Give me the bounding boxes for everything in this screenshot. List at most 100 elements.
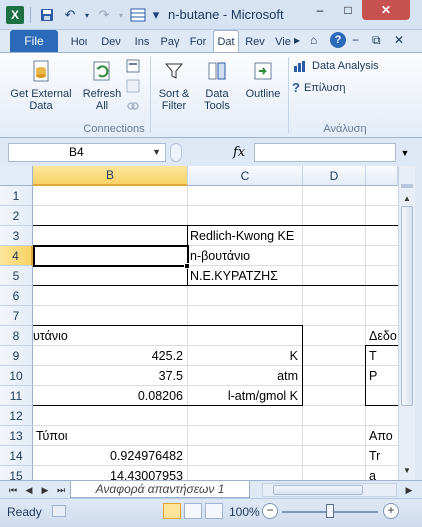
last-sheet-icon[interactable]: ⏭ (54, 483, 68, 497)
cell-b13[interactable]: Τύποι (33, 426, 187, 446)
row-header[interactable]: 8 (0, 326, 33, 346)
row-header[interactable]: 1 (0, 186, 33, 206)
cell-e9[interactable]: T (366, 346, 398, 366)
tab-scroll-right-icon[interactable]: ▸ (294, 33, 300, 47)
save-icon[interactable] (37, 6, 57, 24)
cell-c4[interactable]: n-βουτάνιο (187, 246, 302, 266)
tab-view[interactable]: Vie (272, 32, 294, 52)
column-header-c[interactable]: C (188, 166, 303, 186)
close-button[interactable]: ✕ (362, 0, 410, 20)
page-break-view-button[interactable] (205, 503, 223, 519)
workbook-close-icon[interactable]: ✕ (394, 33, 404, 47)
row-header[interactable]: 11 (0, 386, 33, 406)
fill-handle[interactable] (184, 263, 190, 269)
properties-icon[interactable] (126, 79, 140, 93)
workbook-restore-icon[interactable]: ⧉ (372, 33, 381, 48)
row-header[interactable]: 12 (0, 406, 33, 426)
column-header-e[interactable] (366, 166, 398, 186)
name-box[interactable]: B4 ▼ (8, 143, 166, 162)
cell-c5[interactable]: Ν.Ε.ΚΥΡΑΤΖΗΣ (187, 266, 302, 286)
row-header[interactable]: 6 (0, 286, 33, 306)
cell-b10[interactable]: 37.5 (33, 366, 187, 386)
sort-filter-button[interactable]: Sort & Filter (154, 58, 194, 112)
zoom-level[interactable]: 100% (229, 505, 260, 519)
scroll-up-icon[interactable]: ▲ (399, 190, 415, 206)
cell-b11[interactable]: 0.08206 (33, 386, 187, 406)
tab-page-layout[interactable]: Paγ (158, 32, 182, 52)
redo-dropdown-icon[interactable]: ▾ (117, 6, 125, 24)
first-sheet-icon[interactable]: ⏮ (6, 483, 20, 497)
tab-insert[interactable]: Ins (130, 32, 154, 52)
cell-e14[interactable]: Tr (366, 446, 398, 466)
tab-developer[interactable]: Deν (98, 32, 124, 52)
cell-c11[interactable]: l-atm/gmol K (187, 386, 302, 406)
cell-c10[interactable]: atm (187, 366, 302, 386)
maximize-button[interactable]: □ (334, 0, 362, 20)
row-header[interactable]: 7 (0, 306, 33, 326)
cell-b9[interactable]: 425.2 (33, 346, 187, 366)
tab-file[interactable]: File (10, 30, 58, 52)
formula-input[interactable] (254, 143, 396, 162)
row-header[interactable]: 10 (0, 366, 33, 386)
cell-e8[interactable]: Δεδο (366, 326, 398, 346)
zoom-in-button[interactable]: + (383, 503, 399, 519)
row-header[interactable]: 15 (0, 466, 33, 480)
refresh-all-button[interactable]: Refresh All (80, 58, 124, 112)
customize-qat-icon[interactable]: ▾ (151, 6, 161, 24)
form-icon[interactable] (128, 6, 148, 24)
zoom-slider-thumb[interactable] (326, 504, 334, 518)
next-sheet-icon[interactable]: ▶ (38, 483, 52, 497)
redo-icon[interactable]: ↷ (94, 6, 114, 24)
page-layout-view-button[interactable] (184, 503, 202, 519)
tab-home[interactable]: Hoι (66, 32, 92, 52)
cell-e15[interactable]: a (366, 466, 398, 480)
sheet-tab-active[interactable]: Αναφορά απαντήσεων 1 (70, 481, 250, 498)
horizontal-scroll-thumb[interactable] (273, 485, 363, 495)
solver-button[interactable]: ? Επίλυση (292, 80, 345, 95)
normal-view-button[interactable] (163, 503, 181, 519)
scroll-down-icon[interactable]: ▼ (399, 462, 415, 478)
vertical-scrollbar[interactable]: ▲ ▼ (398, 166, 415, 480)
tab-review[interactable]: Rev (243, 32, 267, 52)
horizontal-scrollbar[interactable] (262, 483, 397, 497)
cell-b14[interactable]: 0.924976482 (33, 446, 187, 466)
cell-c9[interactable]: K (187, 346, 302, 366)
column-header-d[interactable]: D (303, 166, 366, 186)
minimize-button[interactable]: – (306, 0, 334, 20)
get-external-data-button[interactable]: Get External Data (6, 58, 76, 112)
formula-bar-splitter[interactable] (170, 143, 182, 162)
worksheet-grid[interactable]: B C D 1 2 3 4 5 6 7 8 9 10 11 12 13 14 1… (0, 166, 398, 480)
row-header[interactable]: 9 (0, 346, 33, 366)
workbook-minimize-icon[interactable]: − (352, 33, 359, 47)
split-handle[interactable] (401, 184, 413, 188)
minimize-ribbon-icon[interactable]: ⌂ (310, 33, 317, 47)
outline-button[interactable]: Outline (240, 58, 286, 100)
cell-b15[interactable]: 14.43007953 (33, 466, 187, 480)
name-box-dropdown-icon[interactable]: ▼ (152, 144, 161, 161)
prev-sheet-icon[interactable]: ◀ (22, 483, 36, 497)
expand-formula-bar-icon[interactable]: ▼ (398, 143, 412, 162)
column-header-b[interactable]: B (33, 166, 188, 186)
row-header[interactable]: 13 (0, 426, 33, 446)
help-icon[interactable]: ? (330, 32, 346, 48)
connections-icon[interactable] (126, 59, 140, 73)
edit-links-icon[interactable] (126, 99, 140, 113)
cell-e13[interactable]: Απο (366, 426, 398, 446)
vertical-scroll-thumb[interactable] (401, 206, 413, 406)
macro-record-icon[interactable] (52, 505, 66, 517)
undo-dropdown-icon[interactable]: ▾ (83, 6, 91, 24)
active-cell-b4[interactable] (33, 245, 189, 267)
data-tools-button[interactable]: Data Tools (198, 58, 236, 112)
row-header-selected[interactable]: 4 (0, 246, 33, 266)
insert-function-icon[interactable]: fx (233, 145, 245, 160)
cell-c3[interactable]: Redlich-Kwong KE (187, 226, 327, 246)
row-header[interactable]: 2 (0, 206, 33, 226)
row-header[interactable]: 5 (0, 266, 33, 286)
tab-data[interactable]: Dat (213, 30, 239, 53)
row-header[interactable]: 14 (0, 446, 33, 466)
undo-icon[interactable]: ↶ (60, 6, 80, 24)
data-analysis-button[interactable]: Data Analysis (292, 59, 379, 73)
cell-e10[interactable]: P (366, 366, 398, 386)
tab-formulas[interactable]: For (186, 32, 210, 52)
scroll-right-icon[interactable]: ▶ (402, 483, 416, 497)
